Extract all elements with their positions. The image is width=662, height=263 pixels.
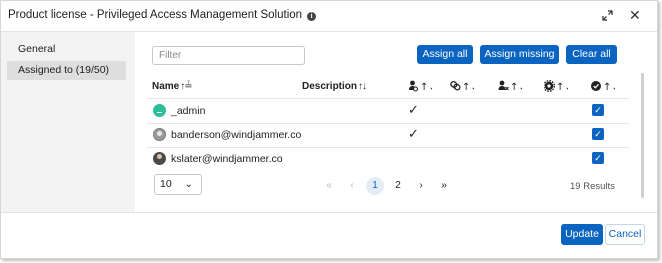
gear-column-header[interactable]: ↑↓ (544, 79, 568, 93)
row-name: kslater@windjammer.co (171, 153, 283, 165)
assigned-checkbox[interactable]: ✓ (592, 152, 604, 164)
gear-icon (544, 80, 555, 92)
page-2-button[interactable]: 2 (389, 177, 407, 195)
sidebar-item-general[interactable]: General (7, 40, 126, 59)
row-name: _admin (171, 105, 206, 117)
clear-all-button[interactable]: Clear all (566, 45, 617, 64)
check-circle-icon (591, 81, 601, 91)
chevron-down-icon: ⌄ (184, 179, 193, 190)
results-count: 19 Results (570, 181, 615, 192)
check-icon: ✓ (408, 126, 419, 141)
prev-page-button[interactable]: ‹ (343, 177, 361, 195)
sidebar-item-assigned-to[interactable]: Assigned to (19/50) (7, 61, 126, 80)
user-key-icon (409, 80, 419, 92)
check-icon: ✓ (408, 102, 419, 117)
column-name-label: Name (152, 81, 180, 92)
user-x-column-header[interactable]: ↑↓ (498, 79, 522, 93)
sort-icon: ↑↓ (603, 82, 615, 93)
dialog-title-text: Product license - Privileged Access Mana… (8, 9, 303, 21)
info-icon[interactable]: i (307, 12, 317, 21)
page-1-button[interactable]: 1 (366, 177, 384, 195)
assigned-checkbox[interactable]: ✓ (592, 128, 604, 140)
avatar (153, 152, 166, 165)
sort-icon: ↑↓ (510, 82, 522, 93)
avatar (153, 128, 166, 141)
column-description-label: Description (302, 81, 358, 92)
page-size-select[interactable]: 10 ⌄ (154, 174, 202, 195)
column-header-name[interactable]: Name↑≟ (152, 81, 193, 93)
update-button[interactable]: Update (561, 224, 603, 245)
sort-icon: ↑↓ (556, 82, 568, 93)
filter-input[interactable] (152, 46, 305, 65)
table-row[interactable]: _admin ✓ ✓ (147, 99, 629, 123)
dialog-title: Product license - Privileged Access Mana… (8, 9, 317, 21)
table-row[interactable]: kslater@windjammer.co ✓ (147, 147, 629, 171)
assign-missing-button[interactable]: Assign missing (480, 45, 559, 64)
product-license-dialog: Product license - Privileged Access Mana… (0, 0, 658, 259)
sort-icon[interactable]: ↑↓ (358, 81, 367, 92)
expand-icon[interactable] (602, 10, 613, 21)
cancel-button[interactable]: Cancel (605, 224, 645, 245)
column-header-description[interactable]: Description↑↓ (302, 81, 367, 93)
table-row[interactable]: banderson@windjammer.co ✓ ✓ (147, 123, 629, 147)
dialog-titlebar: Product license - Privileged Access Mana… (1, 1, 657, 32)
next-page-button[interactable]: › (412, 177, 430, 195)
last-page-button[interactable]: » (435, 177, 453, 195)
avatar (153, 104, 166, 117)
link-column-header[interactable]: ↑↓ (450, 79, 474, 93)
link-icon (450, 81, 461, 91)
first-page-button[interactable]: « (320, 177, 338, 195)
row-name: banderson@windjammer.co (171, 129, 302, 141)
sort-icon: ↑↓ (462, 82, 474, 93)
user-key-column-header[interactable]: ↑↓ (408, 79, 432, 93)
assign-all-button[interactable]: Assign all (417, 45, 473, 64)
sort-asc-icon[interactable]: ↑≟ (180, 81, 192, 92)
footer-divider (1, 212, 657, 213)
page-size-value: 10 (160, 178, 172, 190)
close-icon[interactable]: ✕ (629, 8, 641, 22)
user-x-icon (498, 80, 509, 91)
sort-icon: ↑↓ (420, 82, 432, 93)
check-circle-column-header[interactable]: ↑↓ (591, 79, 615, 93)
sidebar: General Assigned to (19/50) (1, 32, 135, 212)
assigned-checkbox[interactable]: ✓ (592, 104, 604, 116)
table-scrollbar[interactable] (641, 73, 644, 198)
